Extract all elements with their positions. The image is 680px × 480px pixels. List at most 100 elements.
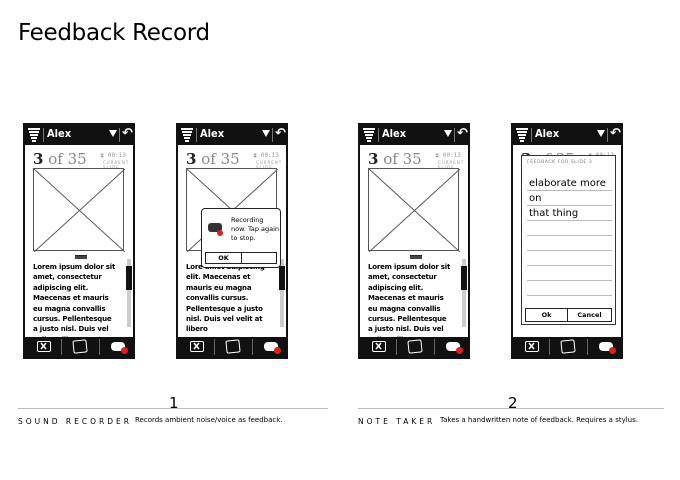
timer-value: 00:13: [442, 152, 461, 159]
divider: [531, 128, 532, 142]
divider: [272, 128, 273, 142]
handwritten-note[interactable]: elaborate more on that thing: [529, 176, 615, 221]
top-bar: Alex ↶: [513, 125, 621, 145]
bottom-bar: [178, 337, 286, 357]
slide-total: of 35: [48, 150, 87, 168]
slide-counter: 3 of 35: [33, 150, 87, 168]
slide-notes: Lorem ipsum dolor sit amet, consectetur …: [33, 263, 116, 344]
back-icon[interactable]: ↶: [122, 126, 133, 141]
divider: [587, 339, 588, 355]
slide-notes: Lore amet adipiscing elit. Maecenas et m…: [186, 263, 265, 334]
phone-screen-3: Alex ↶ 3 of 35 ⧗ 00:13 CURRENT SLIDE Lor…: [358, 123, 470, 359]
signal-icon: [363, 128, 375, 142]
timer-readout: ⧗ 00:13: [253, 152, 279, 159]
bottom-bar: [360, 337, 468, 357]
close-icon[interactable]: [190, 341, 204, 352]
timer-readout: ⧗ 00:13: [100, 152, 126, 159]
user-name: Alex: [47, 127, 72, 140]
chevron-down-icon[interactable]: [262, 130, 270, 137]
timer-value: 00:13: [260, 152, 279, 159]
divider: [43, 128, 44, 142]
user-name: Alex: [200, 127, 225, 140]
slide-counter: 3 of 35: [186, 150, 240, 168]
bottom-bar: [513, 337, 621, 357]
divider: [119, 128, 120, 142]
resize-handle[interactable]: [410, 255, 422, 259]
ruled-line: [527, 205, 612, 206]
divider: [214, 339, 215, 355]
note-label: FEEDBACK FOR SLIDE 3: [527, 160, 593, 165]
recording-message: Recording now. Tap again to stop.: [231, 216, 280, 242]
timer-value: 00:13: [107, 152, 126, 159]
section-description: Records ambient noise/voice as feedback.: [135, 416, 283, 424]
slide-current: 3: [186, 150, 197, 168]
cancel-button[interactable]: Cancel: [568, 308, 612, 322]
lock-icon[interactable]: [72, 339, 88, 354]
section-number: 2: [508, 394, 518, 412]
section-description: Takes a handwritten note of feedback. Re…: [440, 416, 638, 424]
chevron-down-icon[interactable]: [444, 130, 452, 137]
divider: [454, 128, 455, 142]
divider: [61, 339, 62, 355]
ruled-line: [527, 235, 612, 236]
timer-readout: ⧗ 00:13: [435, 152, 461, 159]
close-icon[interactable]: [372, 341, 386, 352]
ruled-line: [527, 190, 612, 191]
section-label: SOUND RECORDER: [18, 417, 132, 426]
resize-handle[interactable]: [75, 255, 87, 259]
divider: [252, 339, 253, 355]
ruled-line: [527, 220, 612, 221]
page-title: Feedback Record: [18, 20, 210, 46]
record-indicator-icon: [456, 347, 463, 354]
signal-icon: [28, 128, 40, 142]
slide-thumbnail[interactable]: [368, 168, 460, 252]
ruled-line: [527, 295, 612, 296]
record-indicator-icon: [121, 347, 128, 354]
record-indicator-icon: [609, 347, 616, 354]
phone-screen-4: Alex ↶ 3 of 35 ⧗ 00:13 FEEDBACK FOR SLID…: [511, 123, 623, 359]
note-taker-panel[interactable]: FEEDBACK FOR SLIDE 3 elaborate more on th…: [521, 155, 616, 325]
slide-notes: Lorem ipsum dolor sit amet, consectetur …: [368, 263, 451, 344]
scrollbar-thumb[interactable]: [279, 266, 285, 290]
divider: [99, 339, 100, 355]
chevron-down-icon[interactable]: [597, 130, 605, 137]
note-line-1: elaborate more on: [529, 178, 606, 204]
bottom-bar: [25, 337, 133, 357]
lock-icon[interactable]: [560, 339, 576, 354]
divider: [378, 128, 379, 142]
slide-total: of 35: [201, 150, 240, 168]
ruled-line: [527, 280, 612, 281]
top-bar: Alex ↶: [178, 125, 286, 145]
ruled-line: [527, 265, 612, 266]
user-name: Alex: [535, 127, 560, 140]
divider: [607, 128, 608, 142]
section-number: 1: [169, 394, 179, 412]
lock-icon[interactable]: [225, 339, 241, 354]
ok-button[interactable]: Ok: [525, 308, 568, 322]
secondary-button[interactable]: [242, 252, 277, 264]
phone-screen-1: Alex ↶ 3 of 35 ⧗ 00:13 CURRENT SLIDE Lor…: [23, 123, 135, 359]
ok-button[interactable]: OK: [205, 252, 242, 264]
scrollbar-thumb[interactable]: [126, 266, 132, 290]
back-icon[interactable]: ↶: [457, 126, 468, 141]
divider: [196, 128, 197, 142]
section-label: NOTE TAKER: [358, 417, 436, 426]
record-indicator-icon: [274, 347, 281, 354]
signal-icon: [516, 128, 528, 142]
back-icon[interactable]: ↶: [275, 126, 286, 141]
slide-current: 3: [33, 150, 44, 168]
signal-icon: [181, 128, 193, 142]
back-icon[interactable]: ↶: [610, 126, 621, 141]
slide-thumbnail[interactable]: [33, 168, 125, 252]
scrollbar-thumb[interactable]: [461, 266, 467, 290]
recording-dialog: Recording now. Tap again to stop. OK: [201, 208, 281, 268]
close-icon[interactable]: [37, 341, 51, 352]
slide-counter: 3 of 35: [368, 150, 422, 168]
phone-screen-2: Alex ↶ 3 of 35 ⧗ 00:13 CURRENT SLIDE Lor…: [176, 123, 288, 359]
top-bar: Alex ↶: [360, 125, 468, 145]
close-icon[interactable]: [525, 341, 539, 352]
lock-icon[interactable]: [407, 339, 423, 354]
divider: [434, 339, 435, 355]
record-indicator-icon: [217, 230, 223, 236]
chevron-down-icon[interactable]: [109, 130, 117, 137]
